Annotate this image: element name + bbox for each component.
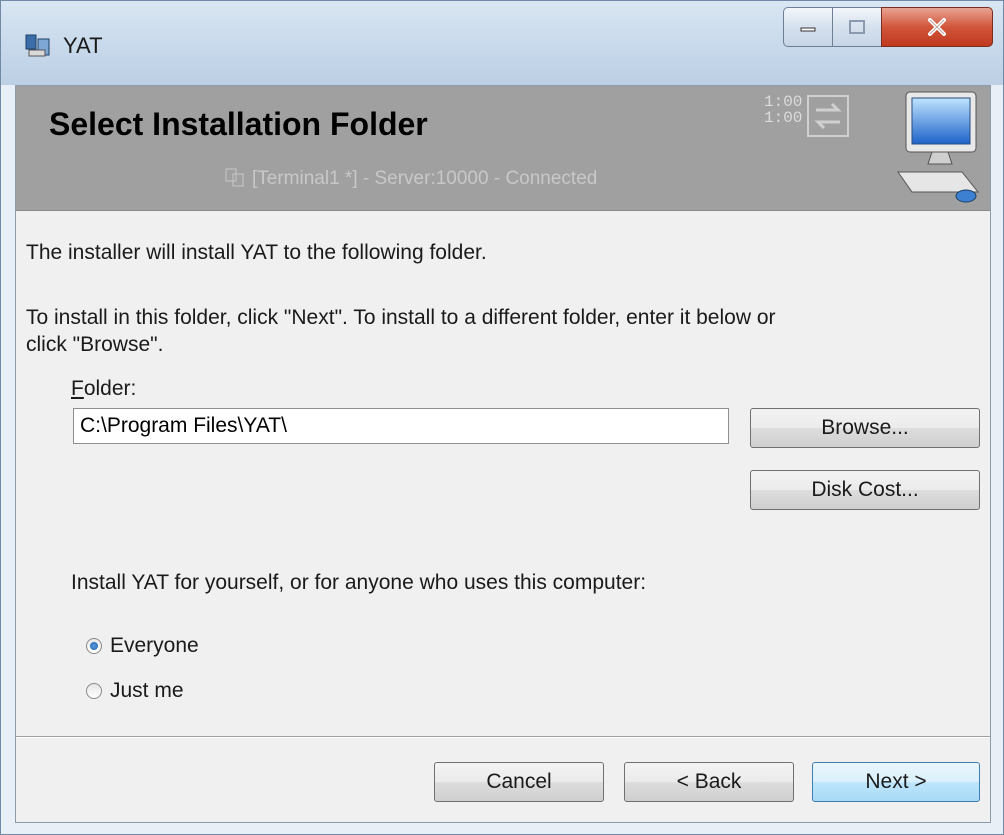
footer-separator: [16, 736, 990, 738]
radio-just-me-label: Just me: [110, 679, 184, 702]
folder-label: Folder:: [71, 377, 136, 401]
back-button[interactable]: < Back: [624, 762, 794, 802]
cancel-button[interactable]: Cancel: [434, 762, 604, 802]
swap-arrows-icon: [807, 95, 849, 137]
yat-app-icon: [25, 34, 50, 57]
clock-bottom-text: 1:00: [764, 109, 803, 127]
clock-readout: 1:00 1:00: [764, 94, 802, 126]
page-title: Select Installation Folder: [49, 106, 428, 142]
instructions-line-2: click "Browse".: [26, 333, 164, 356]
disk-cost-button[interactable]: Disk Cost...: [750, 470, 980, 510]
computer-icon: [897, 91, 980, 203]
terminal-status-icon: [225, 168, 244, 187]
radio-everyone-label: Everyone: [110, 634, 199, 657]
radio-everyone-indicator[interactable]: [86, 638, 102, 654]
minimize-button[interactable]: [783, 7, 833, 47]
maximize-icon: [849, 20, 865, 34]
next-button[interactable]: Next >: [812, 762, 980, 802]
maximize-button[interactable]: [832, 7, 882, 47]
close-button[interactable]: [881, 7, 993, 47]
header-banner: Select Installation Folder [Terminal1 *]…: [16, 86, 990, 211]
title-bar[interactable]: YAT: [1, 1, 1003, 85]
connection-status-text: [Terminal1 *] - Server:10000 - Connected: [252, 168, 598, 189]
window-title: YAT: [63, 33, 103, 58]
minimize-icon: [800, 27, 816, 32]
radio-everyone[interactable]: Everyone: [86, 634, 199, 658]
intro-text: The installer will install YAT to the fo…: [26, 241, 487, 264]
dialog-client-area: Select Installation Folder [Terminal1 *]…: [15, 85, 991, 823]
instructions-line-1: To install in this folder, click "Next".…: [26, 306, 776, 329]
radio-just-me[interactable]: Just me: [86, 679, 184, 703]
install-for-label: Install YAT for yourself, or for anyone …: [71, 571, 647, 594]
installer-window: YAT Select Installation Folder [Terminal…: [0, 0, 1004, 835]
browse-button[interactable]: Browse...: [750, 408, 980, 448]
radio-just-me-indicator[interactable]: [86, 683, 102, 699]
folder-label-accelerator: F: [71, 377, 84, 400]
folder-path-input[interactable]: [73, 408, 729, 444]
folder-label-rest: older:: [83, 377, 137, 400]
clock-top-text: 1:00: [764, 93, 803, 111]
close-icon: [928, 18, 946, 36]
